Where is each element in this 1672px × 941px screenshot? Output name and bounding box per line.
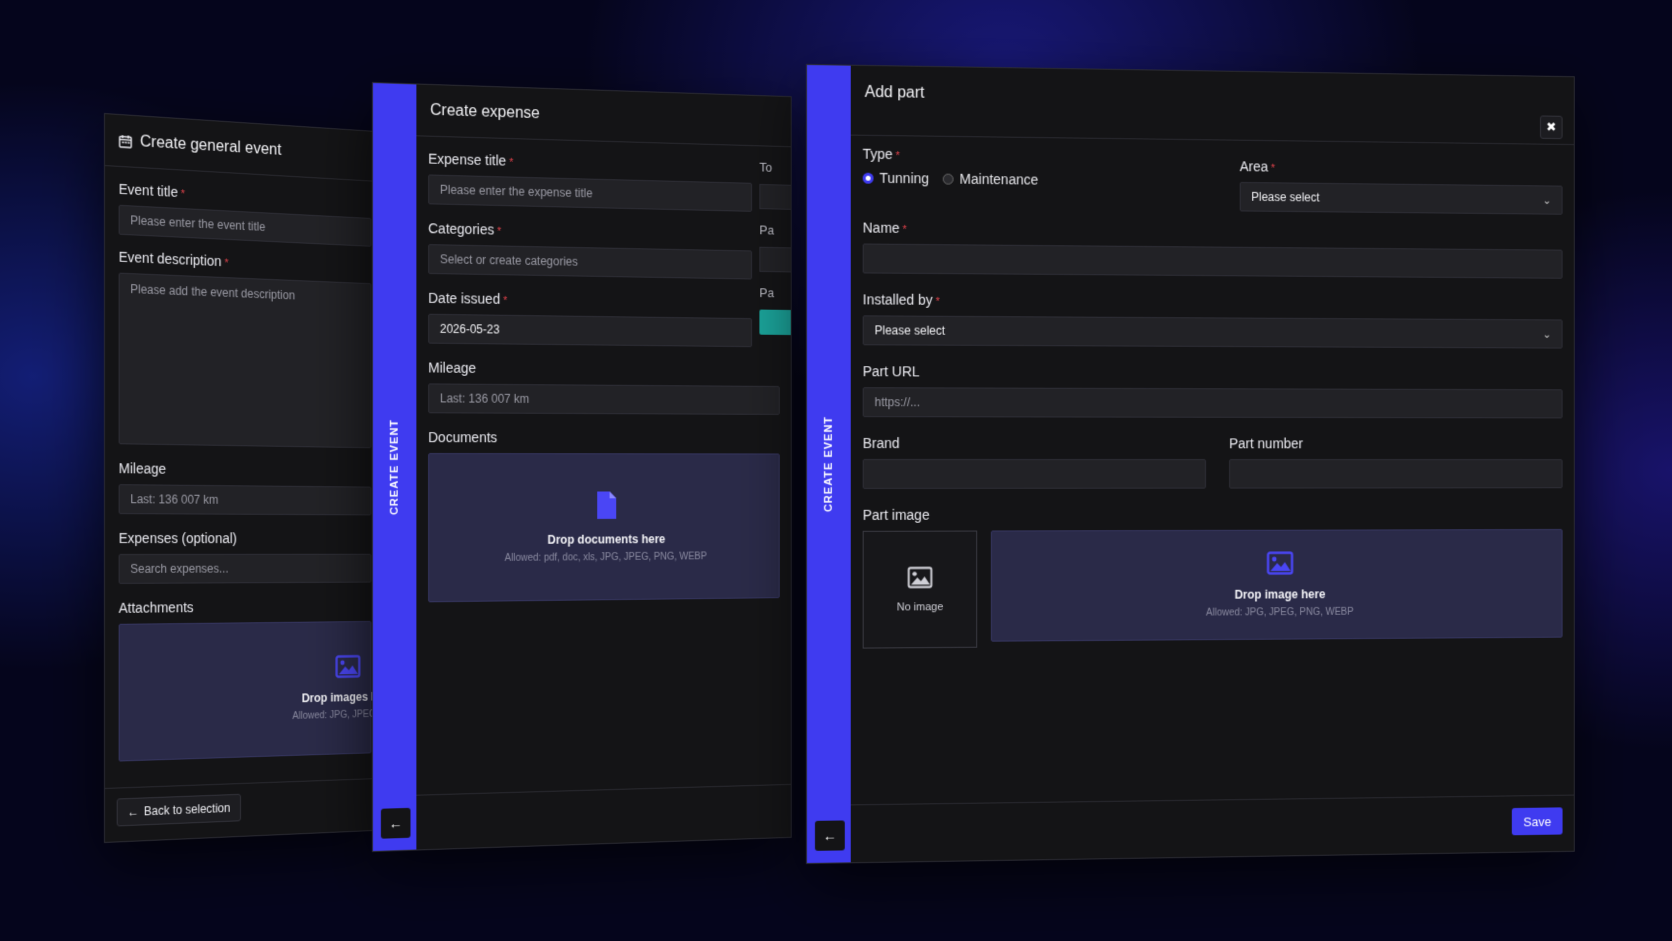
back-to-selection-button[interactable]: ← Back to selection [116, 793, 241, 827]
attachments-label: Attachments [118, 599, 194, 616]
brand-label: Brand [862, 435, 900, 452]
sidebar-title: CREATE EVENT [388, 419, 401, 515]
arrow-left-icon: ← [822, 827, 837, 844]
part-number-label: Part number [1229, 435, 1304, 452]
date-issued-label: Date issued * [428, 289, 508, 307]
name-input[interactable] [862, 243, 1563, 279]
type-radio-group: Tunning Maintenance [862, 169, 1219, 190]
arrow-left-icon: ← [127, 804, 140, 820]
area-label: Area * [1239, 158, 1276, 175]
part-url-input[interactable]: https://... [862, 387, 1563, 419]
chevron-down-icon: ⌄ [1542, 194, 1552, 207]
event-description-label: Event description * [118, 248, 229, 270]
sidebar-title: CREATE EVENT [822, 415, 835, 513]
general-event-panel: Create general event Event title * Please… [104, 113, 385, 843]
part-image-label: Part image [862, 506, 930, 523]
date-issued-input[interactable]: 2026-05-23 [428, 313, 753, 348]
mileage-input[interactable]: Last: 136 007 km [118, 484, 372, 516]
event-description-textarea[interactable]: Please add the event description [118, 272, 372, 449]
image-preview: No image [862, 530, 978, 649]
brand-input[interactable] [862, 459, 1206, 489]
installed-by-select[interactable]: Please select ⌄ [862, 315, 1563, 349]
side-label: Pa [759, 222, 775, 238]
area-select[interactable]: Please select ⌄ [1239, 181, 1563, 215]
part-image-dropzone[interactable]: Drop image here Allowed: JPG, JPEG, PNG,… [990, 528, 1563, 642]
create-event-sidebar: CREATE EVENT ← [372, 83, 417, 851]
add-part-panel: CREATE EVENT ← Add part ✖ Type* Tunning [806, 64, 1575, 864]
image-icon [335, 655, 360, 683]
documents-label: Documents [428, 429, 498, 446]
image-icon [1267, 551, 1294, 580]
expenses-search-input[interactable]: Search expenses... [118, 553, 372, 584]
close-button[interactable]: ✖ [1540, 115, 1563, 140]
back-button[interactable]: ← [814, 820, 845, 851]
mileage-label: Mileage [118, 460, 167, 477]
drop-hint: Allowed: JPG, JPEG, PNG, WEBP [1206, 606, 1354, 619]
drop-title: Drop image here [1234, 587, 1326, 602]
chevron-down-icon: ⌄ [1542, 328, 1552, 341]
part-url-label: Part URL [862, 363, 920, 380]
categories-label: Categories * [428, 220, 502, 238]
back-button[interactable]: ← [380, 807, 411, 839]
page-title: Add part [864, 83, 925, 102]
radio-unselected-icon [942, 173, 954, 185]
mileage-label: Mileage [428, 359, 477, 376]
expenses-label: Expenses (optional) [118, 530, 237, 547]
save-button[interactable]: Save [1512, 807, 1563, 836]
expense-title-input[interactable]: Please enter the expense title [428, 174, 753, 212]
name-label: Name * [862, 219, 907, 236]
radio-selected-icon [862, 172, 874, 184]
calendar-icon [119, 133, 133, 149]
radio-label: Maintenance [959, 170, 1039, 188]
side-field[interactable] [759, 183, 792, 210]
side-label: Pa [759, 285, 775, 301]
drop-hint: Allowed: pdf, doc, xls, JPG, JPEG, PNG, … [504, 551, 707, 564]
part-number-input[interactable] [1229, 459, 1563, 489]
document-icon [595, 490, 618, 524]
event-title-input[interactable]: Please enter the event title [118, 204, 372, 247]
radio-tunning[interactable]: Tunning [862, 169, 930, 187]
create-event-sidebar: CREATE EVENT ← [806, 65, 851, 863]
documents-dropzone[interactable]: Drop documents here Allowed: pdf, doc, x… [428, 453, 780, 603]
attachments-dropzone[interactable]: Drop images here Allowed: JPG, JPEG, PNG… [118, 620, 385, 762]
area-value: Please select [1251, 189, 1320, 205]
page-title: Create general event [139, 132, 282, 159]
radio-maintenance[interactable]: Maintenance [942, 170, 1039, 188]
installed-by-label: Installed by * [862, 291, 940, 308]
add-part-header: Add part ✖ [850, 65, 1574, 146]
no-image-label: No image [896, 600, 944, 613]
image-icon [907, 566, 933, 593]
page-title: Create expense [430, 101, 540, 122]
back-label: Back to selection [143, 801, 231, 819]
type-label: Type * [862, 145, 900, 163]
mileage-input[interactable]: Last: 136 007 km [428, 383, 780, 415]
arrow-left-icon: ← [388, 815, 403, 832]
side-label: To [759, 159, 773, 175]
installed-by-value: Please select [874, 323, 946, 338]
expense-title-label: Expense title * [428, 150, 514, 169]
categories-select[interactable]: Select or create categories [428, 244, 753, 280]
close-icon: ✖ [1546, 119, 1557, 135]
drop-title: Drop documents here [547, 532, 666, 547]
radio-label: Tunning [879, 169, 930, 187]
side-teal-button[interactable] [759, 309, 792, 336]
side-field[interactable] [759, 246, 792, 273]
create-expense-panel: CREATE EVENT ← Create expense Expense ti… [372, 82, 792, 852]
